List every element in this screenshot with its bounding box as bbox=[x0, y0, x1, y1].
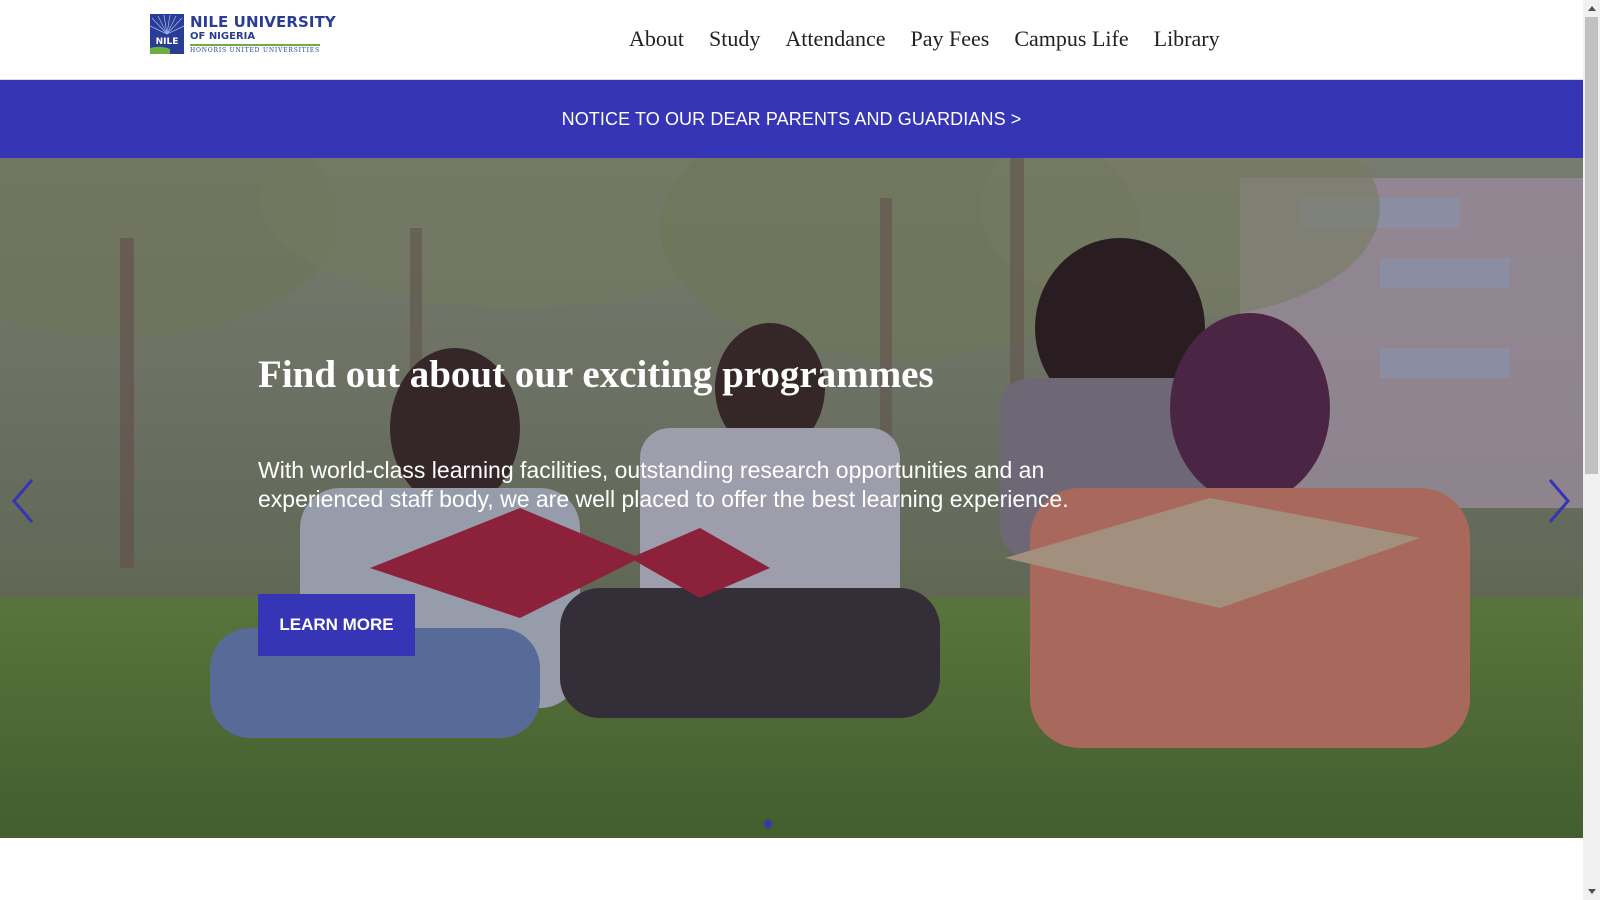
scroll-up-arrow-icon[interactable] bbox=[1583, 0, 1600, 17]
logo-divider bbox=[190, 44, 320, 46]
hero-title: Find out about our exciting programmes bbox=[258, 353, 934, 396]
university-logo[interactable]: NILE NILE UNIVERSITY OF NIGERIA HONORIS … bbox=[150, 13, 336, 56]
nav-item-library[interactable]: Library bbox=[1154, 26, 1220, 52]
nav-item-attendance[interactable]: Attendance bbox=[785, 26, 885, 52]
chevron-right-icon bbox=[1548, 479, 1570, 523]
main-nav: About Study Attendance Pay Fees Campus L… bbox=[629, 26, 1220, 52]
logo-title: NILE UNIVERSITY bbox=[190, 13, 336, 31]
logo-tagline: HONORIS UNITED UNIVERSITIES bbox=[190, 47, 320, 54]
slide-dot-active[interactable] bbox=[764, 820, 772, 828]
nav-item-study[interactable]: Study bbox=[709, 26, 760, 52]
next-slide-button[interactable] bbox=[1544, 476, 1574, 526]
nav-item-about[interactable]: About bbox=[629, 26, 684, 52]
nav-item-pay-fees[interactable]: Pay Fees bbox=[911, 26, 990, 52]
hero-description: With world-class learning facilities, ou… bbox=[258, 457, 1069, 512]
nav-item-campus-life[interactable]: Campus Life bbox=[1014, 26, 1128, 52]
scroll-down-arrow-icon[interactable] bbox=[1583, 883, 1600, 900]
learn-more-button[interactable]: LEARN MORE bbox=[258, 594, 415, 656]
logo-badge-icon: NILE bbox=[150, 14, 184, 54]
logo-badge-text: NILE bbox=[156, 37, 179, 47]
scrollbar-thumb[interactable] bbox=[1585, 17, 1598, 474]
notice-link[interactable]: NOTICE TO OUR DEAR PARENTS AND GUARDIANS… bbox=[562, 109, 1022, 130]
logo-subtitle: OF NIGERIA bbox=[190, 31, 256, 42]
prev-slide-button[interactable] bbox=[8, 476, 38, 526]
slide-indicators bbox=[764, 820, 772, 828]
chevron-left-icon bbox=[12, 479, 34, 523]
page-scrollbar[interactable] bbox=[1583, 0, 1600, 900]
hero-slider: Find out about our exciting programmes W… bbox=[0, 158, 1583, 838]
site-header: NILE NILE UNIVERSITY OF NIGERIA HONORIS … bbox=[0, 0, 1583, 80]
notice-bar: NOTICE TO OUR DEAR PARENTS AND GUARDIANS… bbox=[0, 80, 1583, 158]
